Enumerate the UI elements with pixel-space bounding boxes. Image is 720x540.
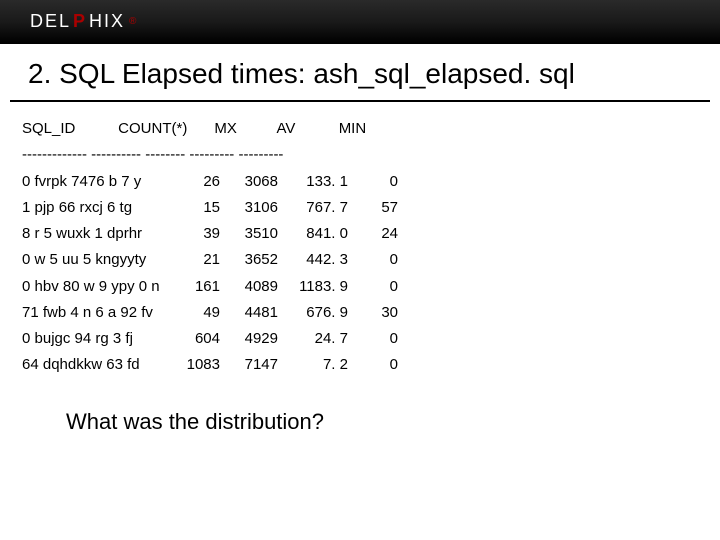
cell-min: 24 [348, 221, 398, 247]
cell-min: 57 [348, 195, 398, 221]
table-row: 0 w 5 uu 5 kngyyty213652442. 30 [22, 247, 698, 273]
cell-sqlid: 64 dqhdkkw 63 fd [22, 352, 172, 378]
cell-av: 7. 2 [278, 352, 348, 378]
cell-sqlid: 8 r 5 wuxk 1 dprhr [22, 221, 172, 247]
cell-count: 15 [172, 195, 220, 221]
cell-sqlid: 0 w 5 uu 5 kngyyty [22, 247, 172, 273]
col-header-av: AV [277, 116, 335, 142]
cell-sqlid: 0 bujgc 94 rg 3 fj [22, 326, 172, 352]
cell-min: 0 [348, 326, 398, 352]
table-row: 8 r 5 wuxk 1 dprhr393510841. 024 [22, 221, 698, 247]
content-area: SQL_ID COUNT(*) MX AV MIN ------------- … [0, 102, 720, 455]
cell-mx: 4089 [220, 274, 278, 300]
cell-min: 0 [348, 274, 398, 300]
cell-min: 0 [348, 352, 398, 378]
table-body: 0 fvrpk 7476 b 7 y263068133. 101 pjp 66 … [22, 169, 698, 379]
cell-mx: 4929 [220, 326, 278, 352]
table-row: 0 bujgc 94 rg 3 fj604492924. 70 [22, 326, 698, 352]
col-header-count: COUNT(*) [118, 116, 210, 142]
table-row: 71 fwb 4 n 6 a 92 fv494481676. 930 [22, 300, 698, 326]
cell-mx: 3510 [220, 221, 278, 247]
cell-av: 767. 7 [278, 195, 348, 221]
cell-av: 676. 9 [278, 300, 348, 326]
brand-logo: DELPHIX ® [30, 11, 136, 32]
cell-mx: 3652 [220, 247, 278, 273]
logo-accent: P [73, 11, 87, 32]
table-row: 64 dqhdkkw 63 fd108371477. 20 [22, 352, 698, 378]
header-bar: DELPHIX ® [0, 0, 720, 44]
title-row: 2. SQL Elapsed times: ash_sql_elapsed. s… [10, 44, 710, 102]
cell-sqlid: 71 fwb 4 n 6 a 92 fv [22, 300, 172, 326]
cell-mx: 3068 [220, 169, 278, 195]
cell-count: 1083 [172, 352, 220, 378]
cell-sqlid: 1 pjp 66 rxcj 6 tg [22, 195, 172, 221]
cell-min: 0 [348, 247, 398, 273]
cell-av: 841. 0 [278, 221, 348, 247]
question-text: What was the distribution? [62, 403, 328, 441]
cell-count: 21 [172, 247, 220, 273]
cell-sqlid: 0 hbv 80 w 9 ypy 0 n [22, 274, 172, 300]
cell-count: 39 [172, 221, 220, 247]
cell-mx: 7147 [220, 352, 278, 378]
cell-min: 30 [348, 300, 398, 326]
cell-av: 1183. 9 [278, 274, 348, 300]
col-header-min: MIN [339, 116, 389, 142]
logo-prefix: DEL [30, 11, 71, 32]
cell-count: 26 [172, 169, 220, 195]
cell-count: 49 [172, 300, 220, 326]
cell-sqlid: 0 fvrpk 7476 b 7 y [22, 169, 172, 195]
cell-mx: 3106 [220, 195, 278, 221]
table-header-row: SQL_ID COUNT(*) MX AV MIN [22, 116, 698, 142]
logo-suffix: HIX [89, 11, 125, 32]
table-row: 1 pjp 66 rxcj 6 tg153106767. 757 [22, 195, 698, 221]
table-row: 0 hbv 80 w 9 ypy 0 n16140891183. 90 [22, 274, 698, 300]
cell-mx: 4481 [220, 300, 278, 326]
cell-av: 442. 3 [278, 247, 348, 273]
table-row: 0 fvrpk 7476 b 7 y263068133. 10 [22, 169, 698, 195]
sql-output: SQL_ID COUNT(*) MX AV MIN ------------- … [22, 116, 698, 379]
table-separator: ------------- ---------- -------- ------… [22, 142, 698, 168]
page-title: 2. SQL Elapsed times: ash_sql_elapsed. s… [28, 58, 692, 90]
col-header-sqlid: SQL_ID [22, 116, 114, 142]
logo-mark-icon: ® [129, 16, 136, 27]
cell-av: 133. 1 [278, 169, 348, 195]
cell-count: 161 [172, 274, 220, 300]
cell-min: 0 [348, 169, 398, 195]
col-header-mx: MX [214, 116, 272, 142]
cell-count: 604 [172, 326, 220, 352]
cell-av: 24. 7 [278, 326, 348, 352]
